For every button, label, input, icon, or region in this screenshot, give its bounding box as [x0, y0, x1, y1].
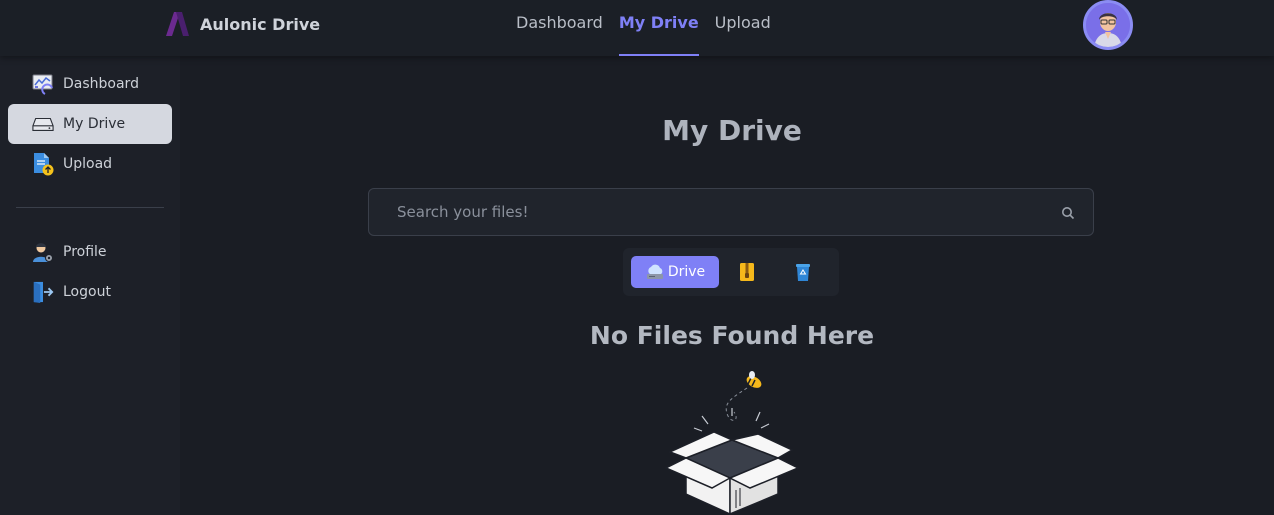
profile-icon: [32, 241, 54, 263]
filter-drive-button[interactable]: Drive: [631, 256, 719, 288]
sidebar-item-label: Logout: [63, 284, 111, 300]
sidebar-item-profile[interactable]: Profile: [8, 232, 172, 272]
user-avatar[interactable]: [1083, 0, 1133, 50]
sidebar-item-label: Profile: [63, 244, 107, 260]
empty-box-illustration: [664, 371, 800, 515]
filter-trash-button[interactable]: [783, 256, 823, 288]
sidebar-item-label: My Drive: [63, 116, 126, 132]
top-nav: Dashboard My Drive Upload: [512, 0, 783, 56]
topnav-dashboard-link[interactable]: Dashboard: [512, 0, 607, 56]
sidebar-divider: [16, 207, 164, 208]
sidebar-item-dashboard[interactable]: Dashboard: [8, 64, 172, 104]
avatar-person-icon: [1086, 3, 1130, 47]
logout-icon: [32, 281, 54, 303]
main-content: My Drive Drive: [180, 56, 1274, 515]
search-box: [368, 188, 1094, 236]
page-title: My Drive: [662, 114, 802, 147]
zip-archive-icon: [740, 263, 754, 281]
sidebar: Dashboard My Drive Upload Profile Logout: [0, 56, 180, 515]
sidebar-item-label: Dashboard: [63, 76, 139, 92]
topnav-upload-link[interactable]: Upload: [711, 0, 775, 56]
search-icon[interactable]: [1061, 206, 1075, 220]
sidebar-item-my-drive[interactable]: My Drive: [8, 104, 172, 144]
aulonic-logo-icon: [166, 12, 189, 36]
brand[interactable]: Aulonic Drive: [164, 11, 320, 37]
search-input[interactable]: [369, 189, 1093, 235]
sidebar-item-logout[interactable]: Logout: [8, 272, 172, 312]
empty-state-message: No Files Found Here: [589, 321, 875, 350]
file-filter-bar: Drive: [623, 248, 839, 296]
dashboard-icon: [32, 73, 54, 95]
topnav-my-drive-link[interactable]: My Drive: [615, 0, 703, 56]
recycle-bin-icon: [796, 264, 810, 281]
drive-icon: [32, 113, 54, 135]
filter-zip-button[interactable]: [727, 256, 767, 288]
brand-name: Aulonic Drive: [200, 14, 321, 34]
filter-drive-label: Drive: [667, 264, 706, 280]
cloud-drive-icon: [646, 264, 663, 279]
sidebar-item-upload[interactable]: Upload: [8, 144, 172, 184]
bee-icon: [746, 371, 762, 388]
sidebar-item-label: Upload: [63, 156, 113, 172]
top-navbar: Aulonic Drive Dashboard My Drive Upload: [0, 0, 1274, 56]
upload-file-icon: [32, 153, 54, 176]
